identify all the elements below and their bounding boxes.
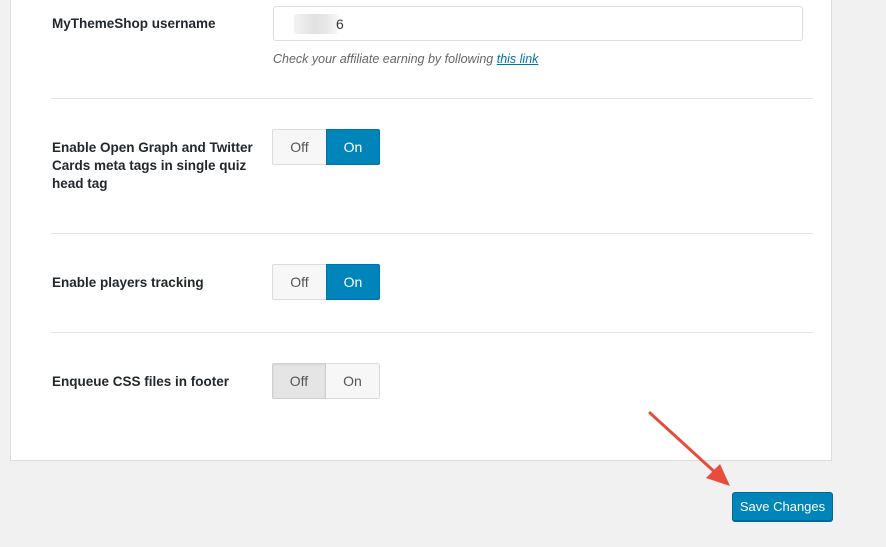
username-label: MyThemeShop username [52,16,216,31]
affiliate-help-text: Check your affiliate earning by followin… [273,52,538,66]
username-input[interactable]: 6 [273,6,803,41]
css-footer-on-button[interactable]: On [326,363,380,399]
save-changes-button[interactable]: Save Changes [732,492,833,521]
open-graph-toggle: Off On [272,129,380,165]
help-text: Check your affiliate earning by followin… [273,52,497,66]
players-tracking-label: Enable players tracking [52,275,204,290]
affiliate-link[interactable]: this link [497,52,539,66]
open-graph-off-button[interactable]: Off [272,129,326,165]
players-tracking-off-button[interactable]: Off [272,264,326,300]
username-value: 6 [336,16,344,32]
annotation-arrow-icon [648,411,730,486]
redacted-text [294,14,338,34]
players-tracking-on-button[interactable]: On [326,264,380,300]
players-tracking-toggle: Off On [272,264,380,300]
divider [51,233,813,234]
css-footer-label: Enqueue CSS files in footer [52,374,230,389]
css-footer-toggle: Off On [272,363,380,399]
open-graph-on-button[interactable]: On [326,129,380,165]
divider [51,332,813,333]
open-graph-label: Enable Open Graph and Twitter Cards meta… [52,140,253,191]
css-footer-off-button[interactable]: Off [272,363,326,399]
divider [51,98,813,99]
settings-panel: MyThemeShop username 6 Check your affili… [10,0,832,461]
